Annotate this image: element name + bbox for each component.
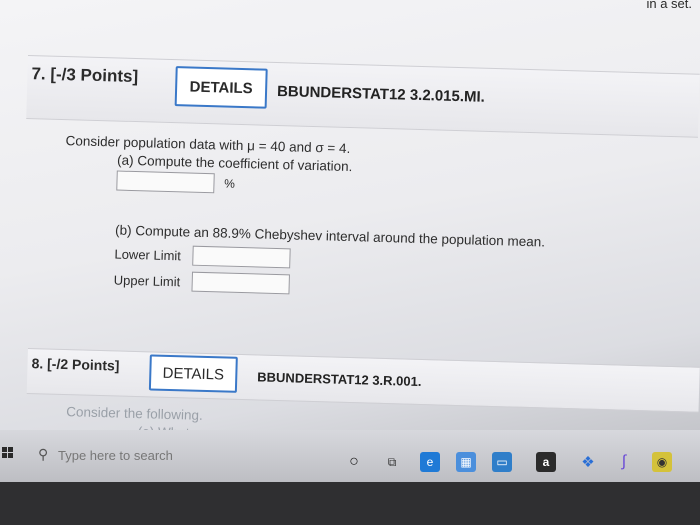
question-7-details-button[interactable]: DETAILS [174,66,268,109]
previous-question-tail: in a set. [646,0,692,11]
edge-browser-icon[interactable]: e [420,452,440,472]
question-8-number: 8. [-/2 Points] [31,355,120,374]
upper-limit-input[interactable] [191,271,290,295]
amazon-icon[interactable]: a [536,452,556,472]
lower-limit-input[interactable] [192,245,291,269]
question-7: 7. [-/3 Points] DETAILS BBUNDERSTAT12 3.… [22,55,700,306]
dropbox-icon[interactable]: ❖ [578,452,598,472]
file-explorer-icon[interactable]: ▭ [492,452,512,472]
question-7-code: BBUNDERSTAT12 3.2.015.MI. [276,82,486,106]
taskbar: ⚲ Type here to search ○ ⧉ e ▦ ▭ a ❖ ∫ ◉ [0,430,700,482]
upper-limit-label: Upper Limit [113,271,181,289]
visual-studio-icon[interactable]: ∫ [614,452,634,472]
question-7-number: 7. [-/3 Points] [31,64,139,87]
question-8-code: BBUNDERSTAT12 3.R.001. [257,369,422,389]
app-icon[interactable]: ◉ [652,452,672,472]
browser-page: in a set. 7. [-/3 Points] DETAILS BBUNDE… [0,0,700,482]
percent-unit: % [224,176,236,191]
photos-icon[interactable]: ▦ [456,452,476,472]
task-view-icon[interactable]: ⧉ [382,452,402,472]
question-8-details-button[interactable]: DETAILS [148,354,238,393]
coefficient-of-variation-input[interactable] [116,170,215,194]
windows-start-icon[interactable] [2,447,14,459]
cortana-icon[interactable]: ○ [344,452,364,472]
search-icon[interactable]: ⚲ [38,446,48,463]
question-7-body: Consider population data with μ = 40 and… [22,119,698,306]
monitor-bezel [0,482,700,525]
lower-limit-label: Lower Limit [114,245,182,263]
taskbar-search-input[interactable]: Type here to search [58,448,173,463]
